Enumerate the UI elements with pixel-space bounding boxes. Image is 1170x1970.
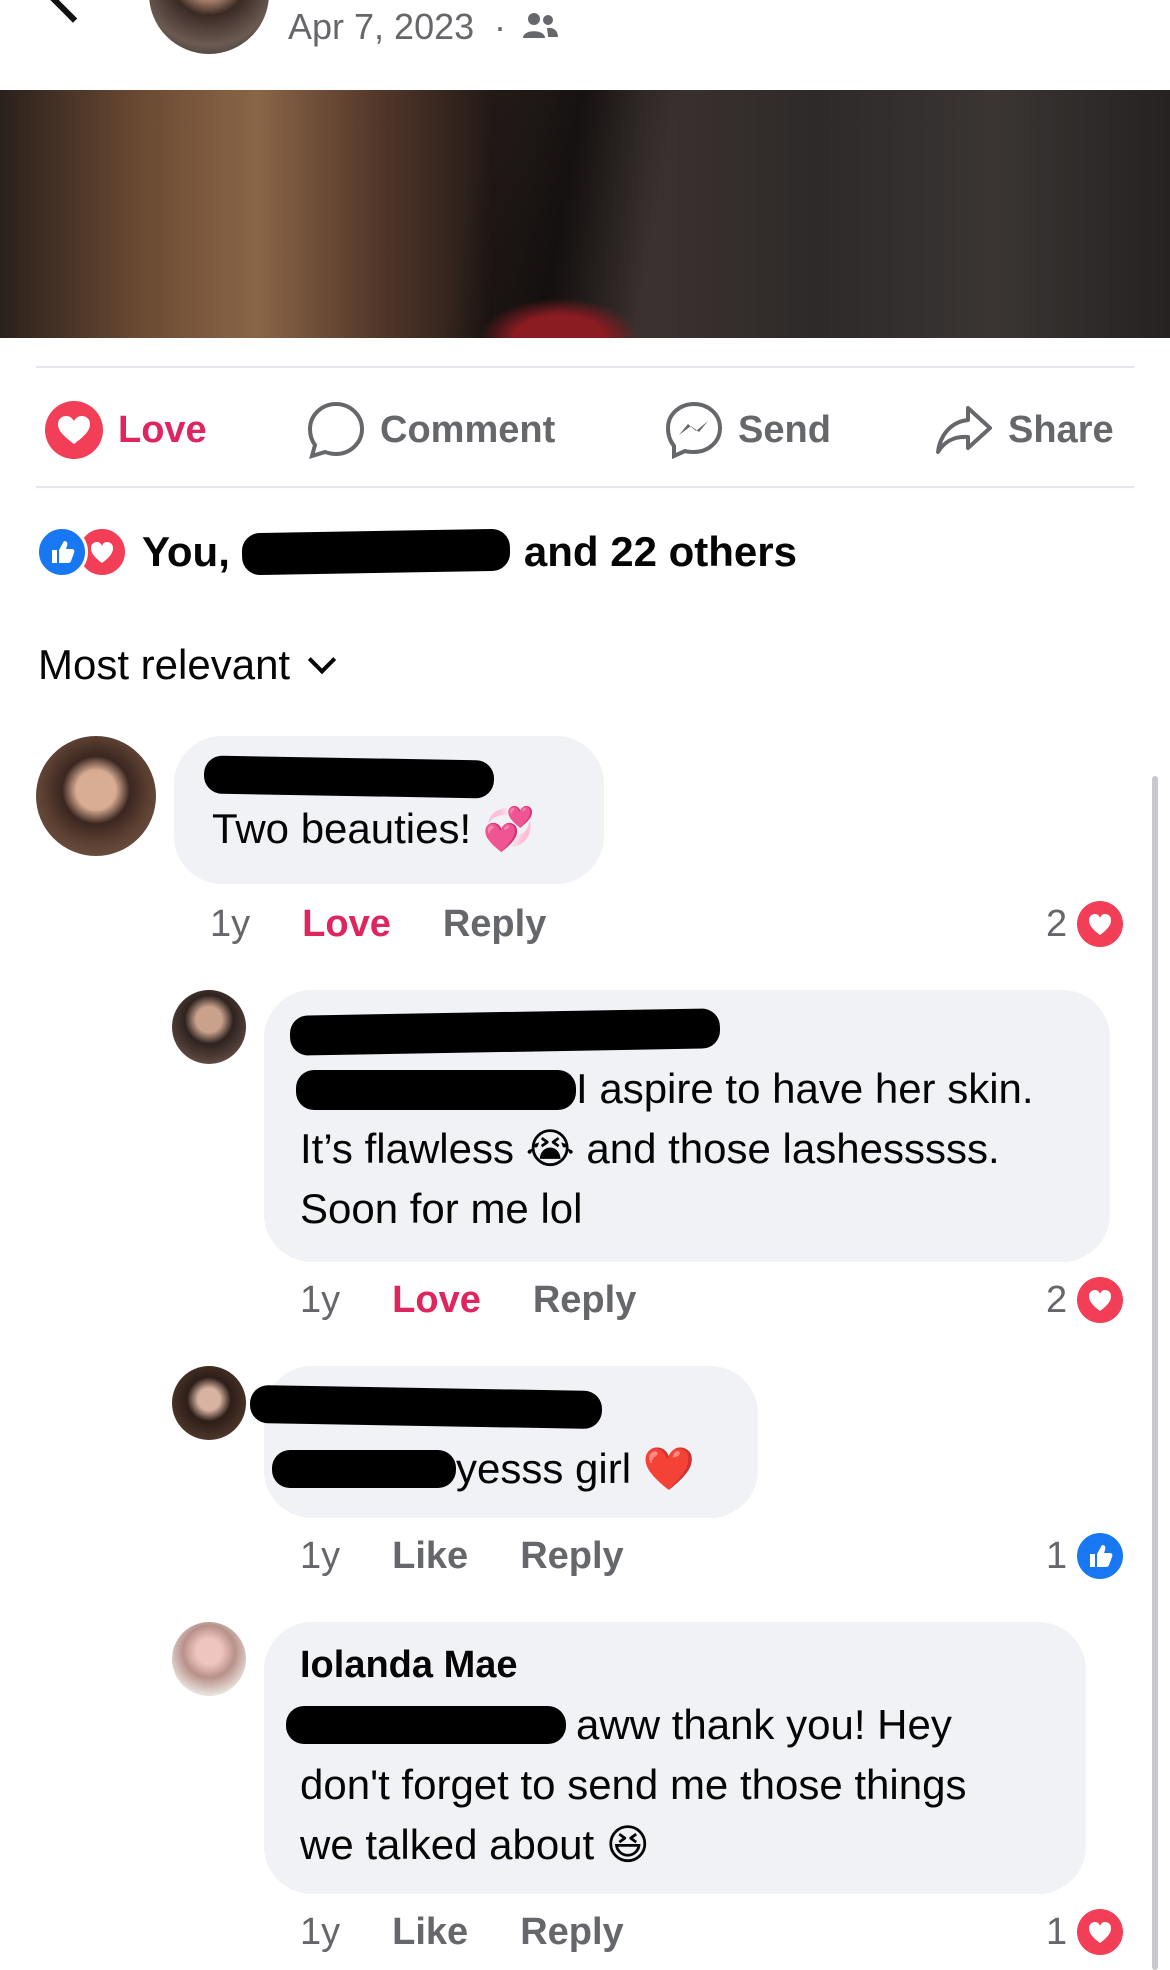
comment-bubble: Two beauties! 💞 bbox=[174, 736, 604, 884]
reply-button[interactable]: Reply bbox=[533, 1279, 636, 1322]
love-comment-button[interactable]: Love bbox=[392, 1279, 481, 1322]
divider bbox=[36, 486, 1134, 488]
love-button-label: Love bbox=[118, 408, 207, 451]
redacted-name bbox=[241, 528, 511, 576]
like-comment-button[interactable]: Like bbox=[392, 1911, 468, 1954]
comment-reaction-count[interactable]: 1 bbox=[1046, 1528, 1124, 1584]
redacted-mention bbox=[286, 1706, 566, 1744]
comment-button[interactable]: Comment bbox=[306, 398, 555, 462]
post-photo[interactable] bbox=[0, 90, 1170, 338]
comment-bubble: Iolanda Mae aww thank you! Hey don't for… bbox=[264, 1622, 1086, 1894]
post-date[interactable]: Apr 7, 2023 bbox=[288, 6, 474, 48]
redacted-author bbox=[289, 1008, 721, 1056]
like-comment-button[interactable]: Like bbox=[392, 1535, 468, 1578]
like-reaction-icon bbox=[36, 526, 88, 578]
share-icon bbox=[936, 406, 992, 454]
love-button[interactable]: Love bbox=[44, 398, 207, 462]
redacted-author bbox=[203, 755, 495, 799]
share-button[interactable]: Share bbox=[934, 398, 1114, 462]
love-reaction-icon bbox=[1077, 901, 1124, 947]
comment-reaction-count[interactable]: 1 bbox=[1046, 1904, 1124, 1960]
comment-button-label: Comment bbox=[380, 408, 556, 451]
poster-avatar[interactable] bbox=[145, 0, 273, 58]
reply-button[interactable]: Reply bbox=[520, 1535, 623, 1578]
messenger-icon bbox=[665, 401, 723, 460]
love-reaction-icon bbox=[1077, 1909, 1124, 1955]
share-button-label: Share bbox=[1008, 408, 1114, 451]
redacted-author bbox=[249, 1384, 603, 1430]
comment-text-line: It’s flawless 😭 and those lashesssss. bbox=[300, 1124, 1000, 1173]
crying-emoji: 😭 bbox=[525, 1124, 575, 1173]
comment-icon bbox=[307, 401, 365, 459]
comment-meta: 1y Like Reply bbox=[300, 1528, 624, 1584]
send-button-label: Send bbox=[738, 408, 831, 451]
laughing-emoji: 😆 bbox=[605, 1820, 650, 1869]
comment-time: 1y bbox=[300, 1534, 341, 1577]
comment-meta: 1y Love Reply bbox=[300, 1272, 636, 1328]
comment-bubble: yesss girl ❤️ bbox=[249, 1366, 758, 1518]
commenter-avatar[interactable] bbox=[172, 1622, 246, 1696]
comment-time: 1y bbox=[300, 1278, 341, 1321]
back-chevron-icon[interactable] bbox=[43, 0, 103, 23]
reply-button[interactable]: Reply bbox=[443, 903, 546, 946]
reactions-summary[interactable]: You, and 22 others bbox=[36, 522, 797, 582]
scrollbar[interactable] bbox=[1152, 776, 1158, 1970]
comment-time: 1y bbox=[210, 902, 251, 945]
comment-author[interactable]: Iolanda Mae bbox=[300, 1644, 518, 1687]
comment-text: Two beauties! 💞 bbox=[212, 804, 536, 853]
chevron-down-icon bbox=[307, 645, 337, 675]
comment-text: yesss girl ❤️ bbox=[456, 1444, 696, 1493]
love-comment-button[interactable]: Love bbox=[302, 903, 391, 946]
comment-text-line: aww thank you! Hey bbox=[576, 1701, 952, 1748]
send-button[interactable]: Send bbox=[664, 398, 831, 462]
reply-button[interactable]: Reply bbox=[520, 1911, 623, 1954]
two-hearts-emoji: 💞 bbox=[482, 804, 536, 853]
commenter-avatar[interactable] bbox=[172, 1366, 246, 1440]
love-reaction-icon bbox=[45, 401, 103, 459]
love-reaction-icon bbox=[1077, 1277, 1124, 1323]
comment-meta: 1y Love Reply bbox=[210, 896, 546, 952]
commenter-avatar[interactable] bbox=[36, 736, 156, 856]
redacted-mention bbox=[272, 1450, 456, 1488]
reactions-you-text: You, bbox=[142, 528, 230, 575]
red-heart-emoji: ❤️ bbox=[642, 1444, 696, 1493]
comment-reaction-count[interactable]: 2 bbox=[1046, 1272, 1124, 1328]
divider bbox=[36, 366, 1134, 368]
comment-bubble: I aspire to have her skin. It’s flawless… bbox=[264, 990, 1110, 1262]
comment-meta: 1y Like Reply bbox=[300, 1904, 624, 1960]
date-separator: · bbox=[494, 6, 506, 47]
comment-sort-dropdown[interactable]: Most relevant bbox=[38, 636, 337, 694]
comment-text-line: don't forget to send me those things bbox=[300, 1761, 967, 1808]
reactions-others-text: and 22 others bbox=[523, 528, 797, 575]
like-reaction-icon bbox=[1077, 1533, 1124, 1579]
comment-reaction-count[interactable]: 2 bbox=[1046, 896, 1124, 952]
commenter-avatar[interactable] bbox=[172, 990, 246, 1064]
friends-icon bbox=[523, 13, 558, 38]
comment-time: 1y bbox=[300, 1910, 341, 1953]
comment-text-line: we talked about 😆 bbox=[300, 1820, 650, 1869]
sort-label: Most relevant bbox=[38, 641, 291, 688]
comment-text-line: I aspire to have her skin. bbox=[576, 1065, 1034, 1112]
redacted-mention bbox=[296, 1070, 576, 1110]
comment-text-line: Soon for me lol bbox=[300, 1185, 583, 1232]
